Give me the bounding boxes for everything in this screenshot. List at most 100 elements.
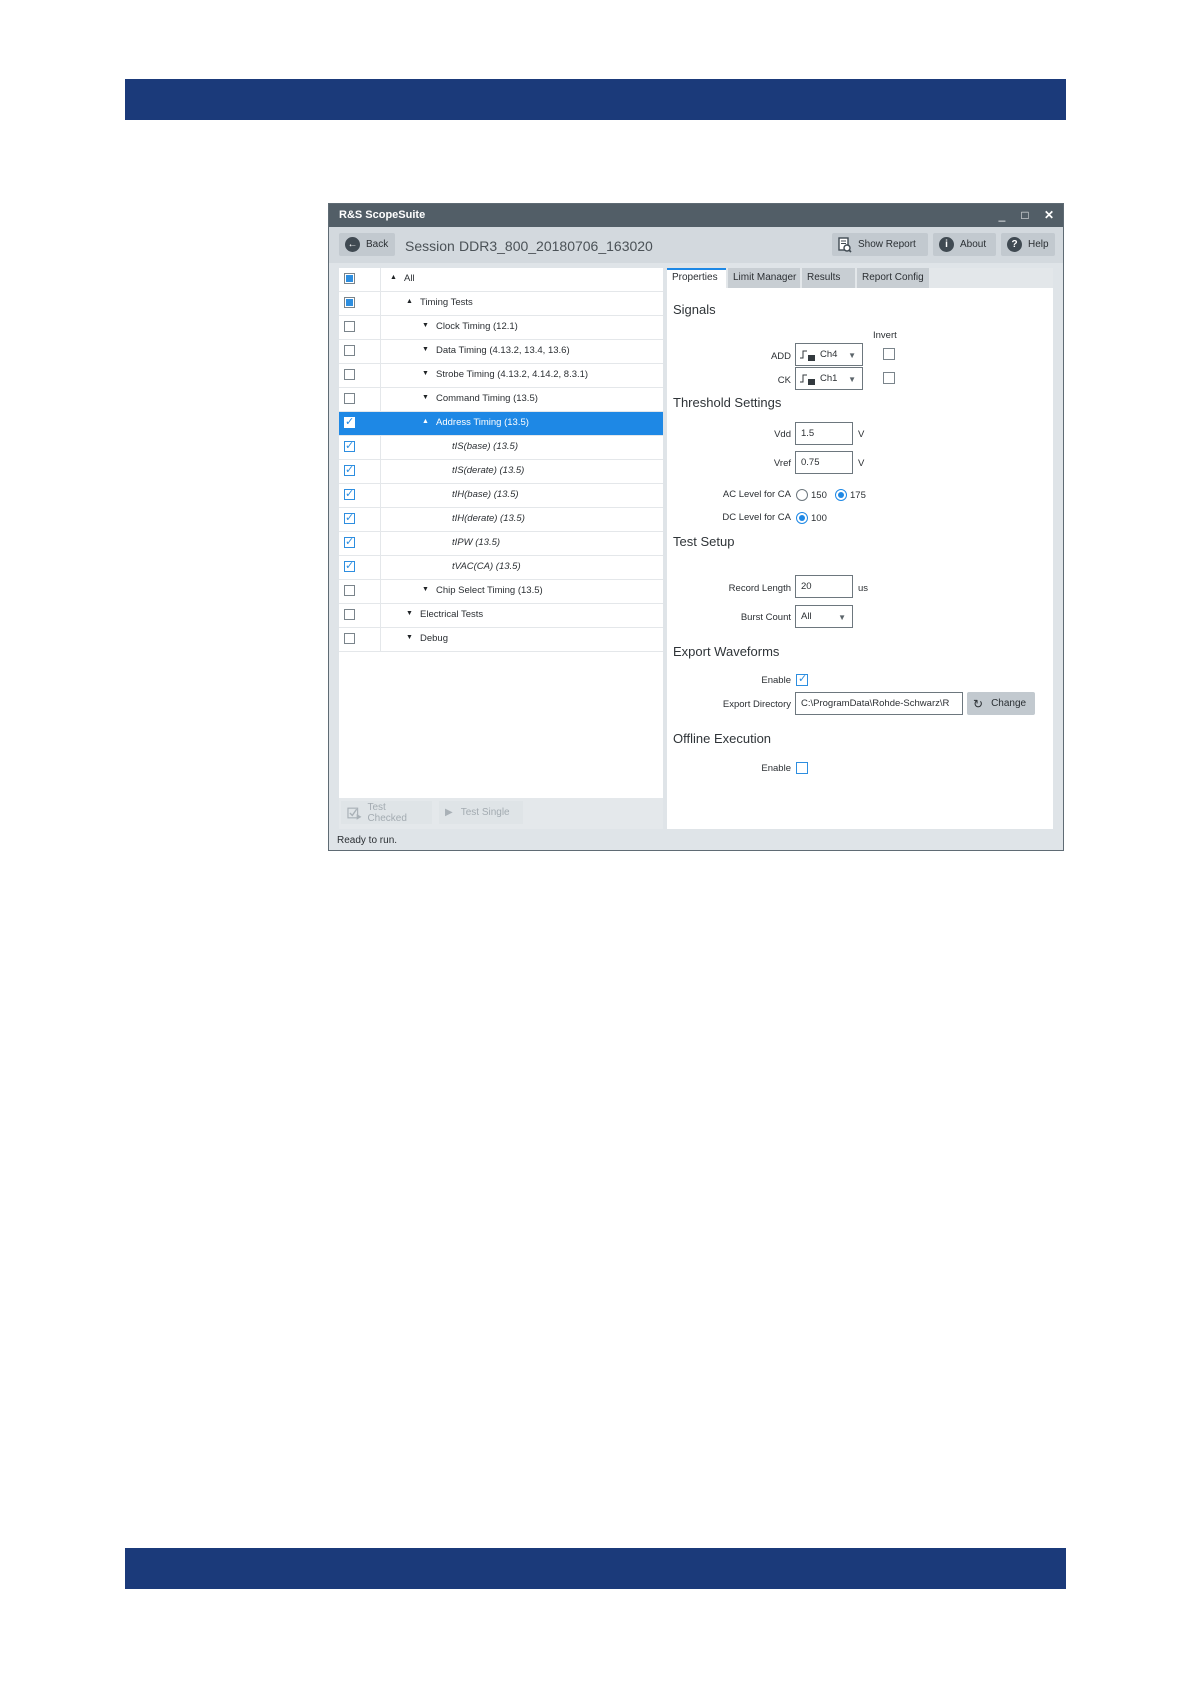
tree-label: Debug [420,633,448,644]
collapse-arrow-icon[interactable]: ▲ [406,298,413,305]
about-label: About [960,239,987,250]
tree-row-all[interactable]: ▲ All [339,268,663,292]
tree-label: tIS(derate) (13.5) [452,465,525,476]
expand-arrow-icon[interactable]: ▼ [422,322,429,329]
tree-label: Address Timing (13.5) [436,417,529,428]
tree-row-timing-tests[interactable]: ▲ Timing Tests [339,292,663,316]
maximize-button[interactable]: □ [1016,206,1034,224]
test-single-button[interactable]: ▶ Test Single [439,801,523,824]
checkbox-tis-base[interactable] [344,439,355,452]
add-channel-select[interactable]: Ch4 ▼ [795,343,863,366]
tree-label: Chip Select Timing (13.5) [436,585,543,596]
record-length-label: Record Length [728,583,791,594]
tree-row-chip-select-timing[interactable]: ▼ Chip Select Timing (13.5) [339,580,663,604]
tree-row-strobe-timing[interactable]: ▼ Strobe Timing (4.13.2, 4.14.2, 8.3.1) [339,364,663,388]
tab-report-config[interactable]: Report Config [857,268,929,288]
export-directory-label: Export Directory [722,699,791,710]
collapse-arrow-icon[interactable]: ▲ [390,274,397,281]
tab-strip: Properties Limit Manager Results Report … [667,268,1053,288]
tree-row-tis-base[interactable]: tIS(base) (13.5) [339,436,663,460]
tree-action-bar: Test Checked ▶ Test Single [339,798,663,829]
vdd-input[interactable]: 1.5 [795,422,853,445]
expand-arrow-icon[interactable]: ▼ [406,610,413,617]
tree-row-address-timing[interactable]: ▲ Address Timing (13.5) [339,412,663,436]
checkbox-all[interactable] [344,273,355,284]
burst-count-value: All [801,611,812,622]
ck-invert-checkbox[interactable] [883,372,895,384]
tree-label: Electrical Tests [420,609,484,620]
checkbox-tvac-ca[interactable] [344,559,355,572]
tree-label: Data Timing (4.13.2, 13.4, 13.6) [436,345,570,356]
tree-row-tih-derate[interactable]: tIH(derate) (13.5) [339,508,663,532]
checkbox-address-timing[interactable] [344,415,355,428]
help-icon: ? [1007,237,1022,252]
checkbox-tih-base[interactable] [344,487,355,500]
channel-probe-icon [800,350,815,361]
vref-input[interactable]: 0.75 [795,451,853,474]
expand-arrow-icon[interactable]: ▼ [422,370,429,377]
vref-label: Vref [773,458,791,469]
checkbox-data-timing[interactable] [344,345,355,356]
burst-count-select[interactable]: All ▼ [795,605,853,628]
back-button[interactable]: ← Back [339,233,395,256]
close-button[interactable]: ✕ [1040,206,1058,224]
expand-arrow-icon[interactable]: ▼ [422,346,429,353]
checkbox-clock-timing[interactable] [344,321,355,332]
tab-results[interactable]: Results [802,268,855,288]
tree-row-tis-derate[interactable]: tIS(derate) (13.5) [339,460,663,484]
checkbox-debug[interactable] [344,633,355,644]
ac-level-175-radio[interactable] [835,489,847,501]
checkbox-electrical-tests[interactable] [344,609,355,620]
test-checked-icon [347,807,362,820]
export-enable-checkbox[interactable] [796,672,808,686]
tree-row-tih-base[interactable]: tIH(base) (13.5) [339,484,663,508]
tree-row-clock-timing[interactable]: ▼ Clock Timing (12.1) [339,316,663,340]
change-label: Change [991,698,1027,709]
add-invert-checkbox[interactable] [883,348,895,360]
tree-row-tvac-ca[interactable]: tVAC(CA) (13.5) [339,556,663,580]
ac-level-150-label: 150 [811,490,827,501]
checkbox-timing-tests[interactable] [344,297,355,308]
collapse-arrow-icon[interactable]: ▲ [422,418,429,425]
export-directory-input[interactable]: C:\ProgramData\Rohde-Schwarz\R [795,692,963,715]
ac-level-150-radio[interactable] [796,489,808,501]
minimize-button[interactable]: _ [993,206,1011,224]
change-directory-button[interactable]: ↻ Change [967,692,1035,715]
help-button[interactable]: ? Help [1001,233,1055,256]
tab-limit-manager[interactable]: Limit Manager [728,268,800,288]
checkbox-tih-derate[interactable] [344,511,355,524]
checkbox-chip-select-timing[interactable] [344,585,355,596]
dc-level-100-radio[interactable] [796,512,808,524]
expand-arrow-icon[interactable]: ▼ [422,394,429,401]
tree-row-debug[interactable]: ▼ Debug [339,628,663,652]
back-arrow-icon: ← [345,237,360,252]
tab-properties[interactable]: Properties [667,268,726,288]
dc-level-label: DC Level for CA [722,512,791,523]
about-button[interactable]: i About [933,233,996,256]
checkbox-tipw[interactable] [344,535,355,548]
tree-row-command-timing[interactable]: ▼ Command Timing (13.5) [339,388,663,412]
tree-row-tipw[interactable]: tIPW (13.5) [339,532,663,556]
dropdown-arrow-icon: ▼ [838,613,846,622]
expand-arrow-icon[interactable]: ▼ [422,586,429,593]
back-label: Back [366,239,389,250]
record-length-input[interactable]: 20 [795,575,853,598]
checkbox-tis-derate[interactable] [344,463,355,476]
test-checked-button[interactable]: Test Checked [341,801,432,824]
offline-enable-checkbox[interactable] [796,762,808,774]
play-icon: ▶ [445,807,453,818]
checkbox-strobe-timing[interactable] [344,369,355,380]
scopesuite-window: R&S ScopeSuite _ □ ✕ ← Back Session DDR3… [328,203,1064,851]
dc-level-100-label: 100 [811,513,827,524]
tree-row-data-timing[interactable]: ▼ Data Timing (4.13.2, 13.4, 13.6) [339,340,663,364]
burst-count-label: Burst Count [740,612,791,623]
threshold-heading: Threshold Settings [673,395,782,410]
offline-enable-label: Enable [761,763,791,774]
checkbox-command-timing[interactable] [344,393,355,404]
show-report-button[interactable]: Show Report [832,233,928,256]
expand-arrow-icon[interactable]: ▼ [406,634,413,641]
properties-panel: Properties Limit Manager Results Report … [667,268,1053,829]
tree-row-electrical-tests[interactable]: ▼ Electrical Tests [339,604,663,628]
ck-channel-select[interactable]: Ch1 ▼ [795,367,863,390]
invert-label: Invert [873,330,897,341]
